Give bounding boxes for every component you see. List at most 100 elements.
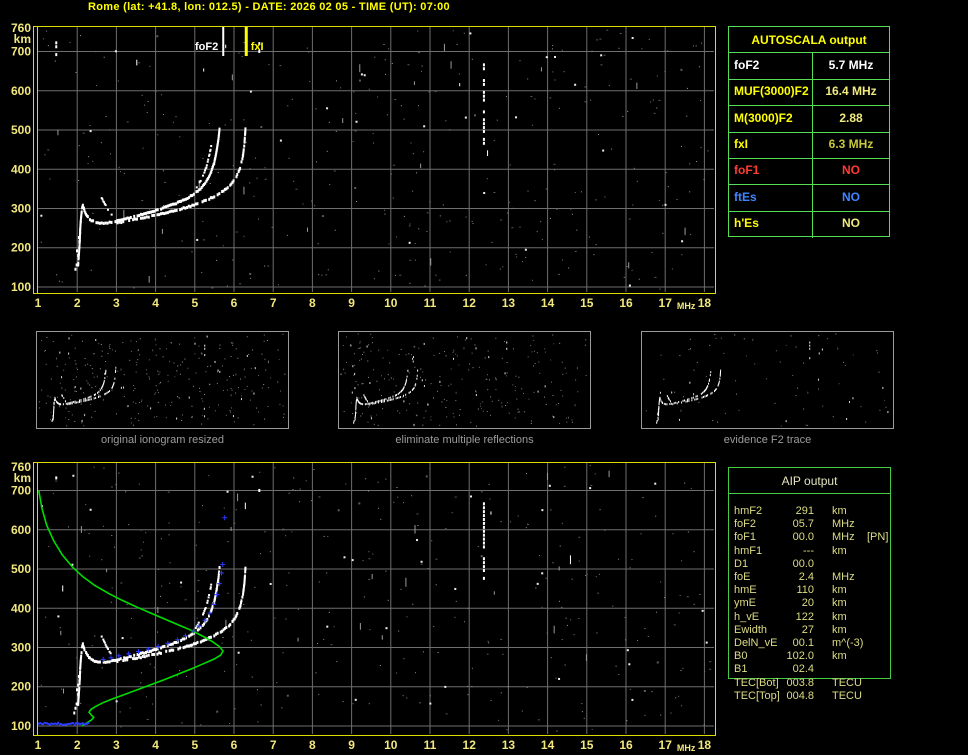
- aip-param-value: ---: [803, 544, 814, 557]
- svg-text:9: 9: [348, 296, 355, 310]
- ionogram-bottom-plot: 760km7006005004003002001001 2 3 4 5 6 7 8 9 10 11 1…: [11, 460, 716, 753]
- svg-text:9: 9: [348, 738, 355, 752]
- svg-text:7: 7: [270, 296, 277, 310]
- table-row: D1 00.0: [729, 558, 892, 571]
- table-row: hmE 110 km: [729, 584, 892, 597]
- aip-param-unit: MHz: [832, 518, 855, 531]
- autoscala-param-label: ftEs: [734, 189, 757, 204]
- panel-caption-original: original ionogram resized: [101, 434, 224, 446]
- aip-param-unit: km: [832, 650, 847, 663]
- svg-text:8: 8: [309, 738, 316, 752]
- aip-param-label: D1: [734, 557, 749, 570]
- table-row: h_vE 122 km: [729, 611, 892, 624]
- autoscala-table-title: AUTOSCALA output: [729, 27, 889, 53]
- svg-text:4: 4: [152, 296, 159, 310]
- aip-param-flag: [PN]: [867, 531, 889, 544]
- svg-text:MHz: MHz: [677, 301, 696, 311]
- svg-text:5: 5: [191, 296, 198, 310]
- autoscala-param-label: M(3000)F2: [734, 110, 793, 125]
- panel-evidence-f2-trace: [641, 331, 894, 429]
- svg-text:5: 5: [191, 738, 198, 752]
- table-row: B1 02.4: [729, 663, 892, 676]
- aip-param-label: B1: [734, 663, 748, 676]
- aip-param-value: 004.8: [786, 689, 814, 702]
- aip-param-unit: m^(-3): [832, 637, 864, 649]
- aip-param-unit: km: [832, 584, 847, 597]
- svg-text:11: 11: [424, 738, 437, 752]
- table-row: TEC[Top] 004.8 TECU: [729, 690, 892, 703]
- aip-param-value: 102.0: [786, 650, 814, 663]
- svg-text:3: 3: [113, 738, 120, 752]
- svg-text:8: 8: [309, 296, 316, 310]
- page-title: Rome (lat: +41.8, lon: 012.5) - DATE: 20…: [88, 1, 450, 13]
- table-row: fxI 6.3 MHz: [729, 131, 889, 159]
- table-row: M(3000)F2 2.88: [729, 105, 889, 133]
- aip-param-label: ymE: [734, 597, 756, 610]
- svg-text:100: 100: [11, 719, 31, 733]
- panel-original-ionogram: [36, 331, 289, 429]
- svg-text:400: 400: [11, 162, 31, 176]
- svg-text:fxI: fxI: [251, 41, 264, 53]
- autoscala-param-value: NO: [812, 184, 889, 211]
- svg-text:17: 17: [659, 738, 673, 752]
- autoscala-param-label: MUF(3000)F2: [734, 84, 809, 99]
- table-row: hmF1 --- km: [729, 545, 892, 558]
- autoscala-param-label: fxI: [734, 136, 749, 151]
- svg-text:10: 10: [384, 738, 398, 752]
- svg-text:400: 400: [11, 601, 31, 615]
- aip-param-label: Ewidth: [734, 623, 768, 636]
- svg-text:4: 4: [152, 738, 159, 752]
- aip-param-unit: km: [832, 505, 847, 517]
- svg-text:200: 200: [11, 241, 31, 255]
- autoscala-param-value: 16.4 MHz: [812, 79, 889, 106]
- aip-param-value: 02.4: [792, 663, 814, 676]
- autoscala-param-value: NO: [812, 158, 889, 185]
- svg-text:2: 2: [74, 738, 81, 752]
- aip-param-value: 291: [795, 505, 814, 517]
- autoscala-param-label: foF1: [734, 163, 760, 178]
- svg-text:500: 500: [11, 123, 31, 137]
- autoscala-param-value: 5.7 MHz: [812, 53, 889, 79]
- svg-text:700: 700: [11, 45, 31, 59]
- svg-text:13: 13: [502, 296, 516, 310]
- autoscala-param-value: 2.88: [812, 105, 889, 132]
- table-row: DelN_vE 00.1 m^(-3): [729, 637, 892, 650]
- autoscala-param-value: NO: [812, 210, 889, 238]
- aip-param-value: 00.0: [792, 531, 814, 544]
- aip-param-unit: km: [832, 610, 847, 623]
- svg-text:100: 100: [11, 280, 31, 294]
- panel-caption-evidence: evidence F2 trace: [723, 434, 812, 446]
- svg-text:11: 11: [424, 296, 437, 310]
- table-row: ftEs NO: [729, 184, 889, 212]
- aip-param-label: hmF2: [734, 505, 763, 517]
- aip-param-unit: km: [832, 544, 847, 557]
- svg-text:1: 1: [35, 296, 42, 310]
- aip-param-unit: MHz: [832, 531, 855, 544]
- autoscala-param-label: foF2: [734, 58, 760, 72]
- aip-param-value: 00.0: [792, 557, 814, 570]
- svg-text:700: 700: [11, 484, 31, 498]
- svg-text:MHz: MHz: [677, 743, 696, 753]
- svg-text:18: 18: [698, 296, 712, 310]
- svg-text:1: 1: [35, 738, 42, 752]
- svg-text:2: 2: [74, 296, 81, 310]
- table-row: hmF2 291 km: [729, 505, 892, 518]
- aip-param-label: foF1: [734, 531, 757, 544]
- panel-caption-eliminate: eliminate multiple reflections: [395, 434, 534, 446]
- svg-text:18: 18: [698, 738, 712, 752]
- panel-eliminate-reflections: [338, 331, 591, 429]
- svg-text:14: 14: [541, 738, 555, 752]
- svg-text:7: 7: [270, 738, 277, 752]
- svg-text:14: 14: [541, 296, 555, 310]
- table-row: MUF(3000)F2 16.4 MHz: [729, 79, 889, 107]
- aip-param-value: 00.1: [792, 637, 814, 649]
- table-row: foF1 00.0 MHz [PN]: [729, 531, 892, 544]
- aip-param-label: foF2: [734, 518, 757, 531]
- svg-text:500: 500: [11, 562, 31, 576]
- aip-param-unit: km: [832, 597, 847, 610]
- svg-text:6: 6: [231, 296, 238, 310]
- svg-text:12: 12: [463, 296, 477, 310]
- table-row: ymE 20 km: [729, 597, 892, 610]
- svg-text:15: 15: [580, 296, 594, 310]
- autoscala-param-value: 6.3 MHz: [812, 131, 889, 158]
